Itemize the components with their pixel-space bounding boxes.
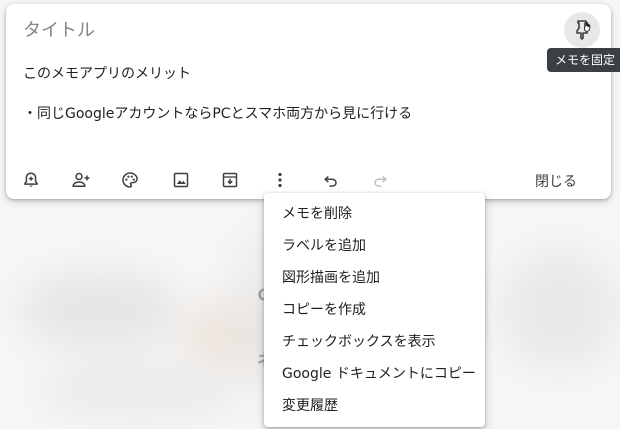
background-options-button[interactable] xyxy=(114,164,146,196)
pin-icon xyxy=(576,20,591,40)
remind-me-button[interactable] xyxy=(15,164,47,196)
menu-item-version-history[interactable]: 変更履歴 xyxy=(264,390,485,422)
collaborator-icon xyxy=(72,172,90,187)
redo-icon xyxy=(374,175,387,187)
archive-icon xyxy=(222,172,238,188)
collaborator-button[interactable] xyxy=(65,164,97,196)
menu-item-add-label[interactable]: ラベルを追加 xyxy=(264,230,485,262)
menu-item-make-copy[interactable]: コピーを作成 xyxy=(264,294,485,326)
close-button[interactable]: 閉じる xyxy=(518,166,594,196)
blur-shape xyxy=(40,360,240,420)
more-button[interactable] xyxy=(264,164,296,196)
menu-item-show-checkboxes[interactable]: チェックボックスを表示 xyxy=(264,326,485,358)
more-options-menu: メモを削除 ラベルを追加 図形描画を追加 コピーを作成 チェックボックスを表示 … xyxy=(264,193,485,427)
pin-tooltip: メモを固定 xyxy=(547,48,620,72)
redo-button[interactable] xyxy=(364,164,396,196)
menu-item-copy-to-google-docs[interactable]: Google ドキュメントにコピー xyxy=(264,358,485,390)
blur-shape xyxy=(20,270,180,350)
add-image-button[interactable] xyxy=(165,164,197,196)
note-body-line[interactable]: ・同じGoogleアカウントならPCとスマホ両方から見に行ける xyxy=(23,103,412,123)
undo-button[interactable] xyxy=(315,164,347,196)
remind-me-icon xyxy=(24,172,38,187)
archive-button[interactable] xyxy=(214,164,246,196)
note-title-input[interactable]: タイトル xyxy=(23,16,95,42)
note-body-line[interactable]: このメモアプリのメリット xyxy=(23,63,191,83)
note-editor: タイトル このメモアプリのメリット ・同じGoogleアカウントならPCとスマホ… xyxy=(6,4,620,199)
pin-button[interactable] xyxy=(564,12,600,48)
blur-shape xyxy=(500,250,620,370)
image-icon xyxy=(173,172,189,188)
menu-item-add-drawing[interactable]: 図形描画を追加 xyxy=(264,262,485,294)
palette-icon xyxy=(122,172,138,188)
more-vert-icon xyxy=(278,172,282,188)
undo-icon xyxy=(324,175,337,187)
menu-item-delete-note[interactable]: メモを削除 xyxy=(264,198,485,230)
